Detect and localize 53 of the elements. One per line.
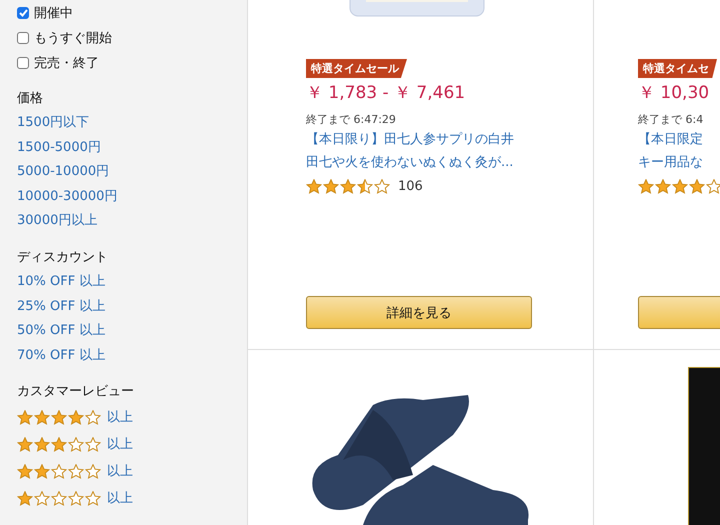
price-range: ￥ 1,783 - ￥ 7,461 (306, 82, 466, 104)
star-icon (17, 464, 33, 480)
filter-heading: 価格 (17, 90, 44, 108)
star-icon (51, 410, 67, 426)
star-icon (34, 410, 50, 426)
sale-badge: 特選タイムセール (306, 59, 407, 78)
filter-link[interactable]: 1500円以下 (17, 111, 247, 136)
filter-heading: ディスカウント (17, 248, 109, 267)
filter-heading: カスタマーレビュー (17, 383, 135, 402)
star-icon (689, 179, 705, 194)
star-icon (638, 179, 654, 194)
filter-link[interactable]: 1500-5000円 (17, 136, 247, 160)
filter-label: 開催中 (34, 4, 73, 22)
star-icon (17, 437, 33, 452)
star-icon (340, 179, 356, 194)
sale-badge: 特選タイムセ (638, 59, 717, 78)
review-count: 106 (398, 179, 423, 194)
star-icon (672, 179, 688, 194)
view-details-button[interactable]: 詳細を見る (306, 296, 532, 329)
star-icon (34, 437, 50, 452)
star-icon (68, 410, 84, 426)
empty-star-icon (706, 179, 720, 194)
time-remaining: 終了まで 6:4 (638, 112, 704, 127)
filter-link[interactable]: 10% OFF 以上 (17, 270, 247, 295)
star-icon (17, 410, 33, 426)
time-remaining: 終了まで 6:47:29 (306, 112, 397, 127)
checkbox[interactable] (17, 56, 29, 68)
star-icon (306, 179, 322, 194)
price-range: ￥ 10,30 (638, 82, 710, 104)
filter-link[interactable]: 30000円以上 (17, 209, 247, 234)
filter-link[interactable]: 25% OFF 以上 (17, 294, 247, 320)
filter-link[interactable]: 70% OFF 以上 (17, 344, 247, 368)
product-title-link[interactable]: 田七や火を使わないぬくぬく灸が... (306, 153, 593, 173)
checkbox[interactable] (17, 6, 29, 18)
filter-link[interactable]: 以上 (107, 460, 133, 484)
filter-link[interactable]: 10000-30000円 (17, 184, 247, 210)
star-icon (655, 179, 671, 194)
star-icon (51, 437, 67, 452)
product-title-link[interactable]: 【本日限り】田七人参サプリの白井 (306, 130, 593, 150)
filter-link[interactable]: 50% OFF 以上 (17, 319, 247, 344)
star-icon (17, 491, 33, 506)
filter-link[interactable]: 以上 (107, 432, 133, 458)
filter-label: 完売・終了 (34, 54, 99, 72)
filter-link[interactable]: 5000-10000円 (17, 160, 247, 185)
star-icon (34, 464, 50, 480)
filter-label: もうすぐ開始 (34, 30, 112, 46)
product-title-link[interactable]: キー用品な (638, 153, 720, 173)
half-star-icon (357, 179, 373, 194)
filter-link[interactable]: 以上 (107, 406, 133, 430)
checkbox[interactable] (17, 32, 29, 44)
product-title-link[interactable]: 【本日限定 (638, 130, 720, 150)
star-icon (323, 179, 339, 194)
filter-link[interactable]: 以上 (107, 486, 133, 512)
